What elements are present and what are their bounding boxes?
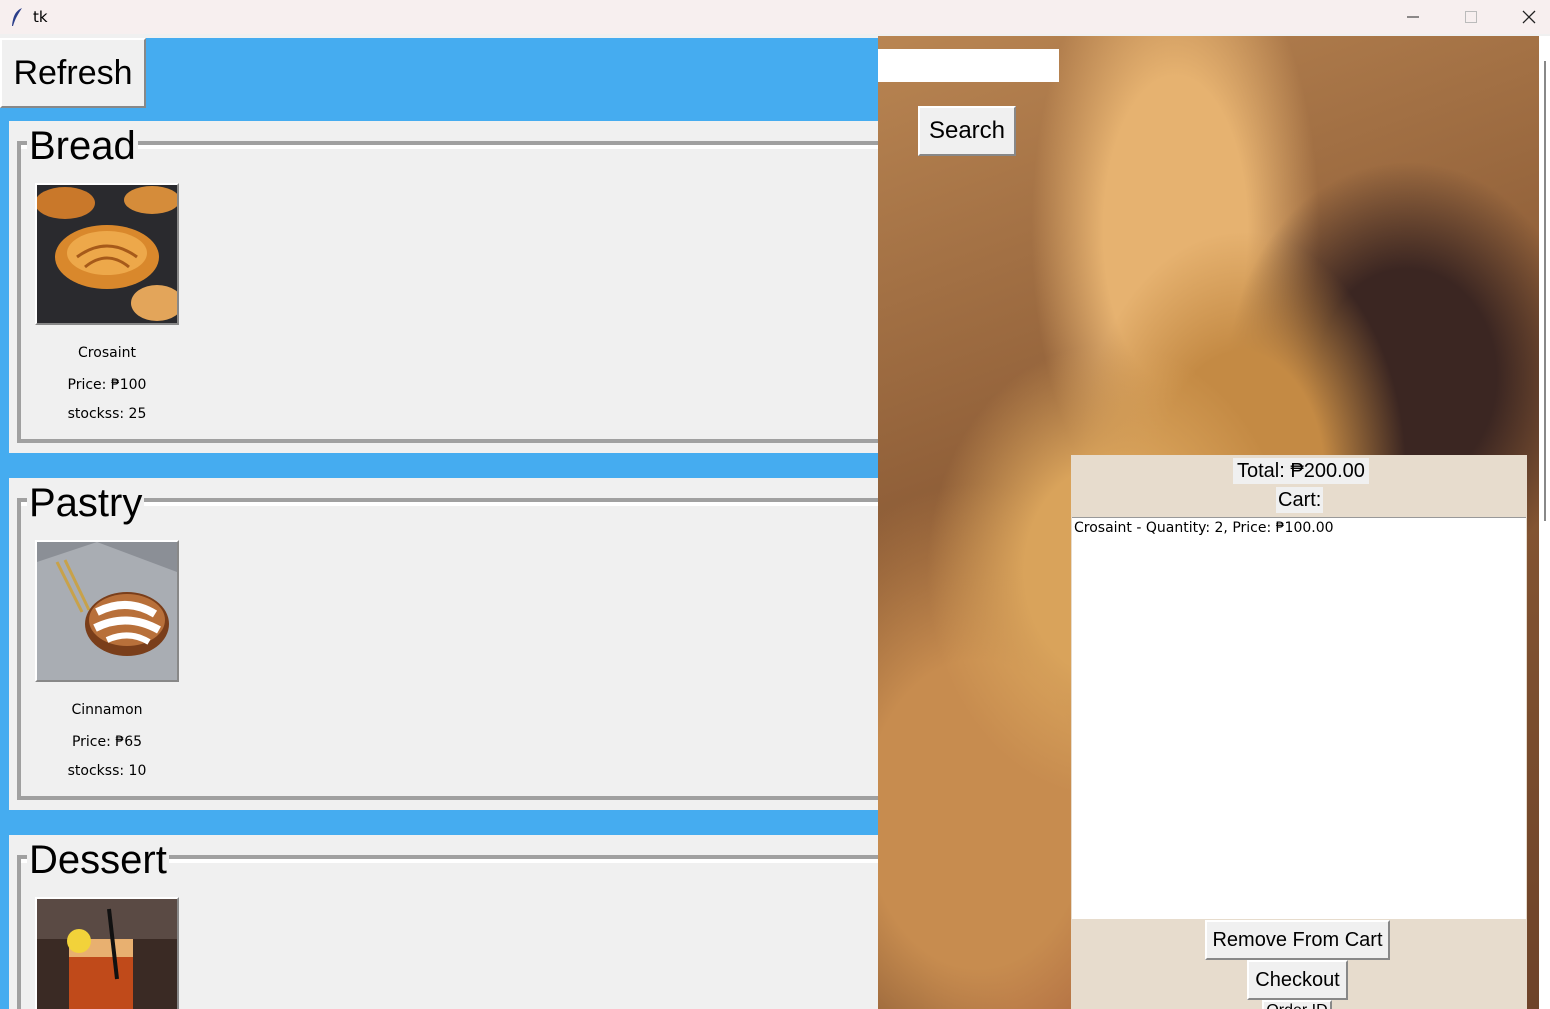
cart-label: Cart: bbox=[1276, 487, 1324, 513]
product-price: Price: ₱100 bbox=[67, 377, 147, 393]
close-icon bbox=[1522, 10, 1536, 24]
minimize-button[interactable] bbox=[1384, 0, 1442, 34]
maximize-button[interactable] bbox=[1442, 0, 1500, 34]
product-image-cinnamon[interactable] bbox=[35, 540, 179, 682]
cinnamon-roll-photo bbox=[37, 542, 177, 680]
iced-tea-photo bbox=[37, 899, 177, 1009]
remove-from-cart-button[interactable]: Remove From Cart bbox=[1205, 920, 1390, 960]
product-price: Price: ₱65 bbox=[71, 734, 143, 750]
product-stock: stockss: 25 bbox=[67, 406, 147, 422]
minimize-icon bbox=[1407, 16, 1419, 18]
cart-panel: Total: ₱200.00 Cart: Crosaint - Quantity… bbox=[1071, 455, 1527, 1009]
feather-icon bbox=[12, 8, 22, 26]
category-dessert: Dessert bbox=[9, 835, 878, 1009]
search-button[interactable]: Search bbox=[918, 106, 1016, 156]
product-image-croissant[interactable] bbox=[35, 183, 179, 325]
maximize-icon bbox=[1465, 11, 1477, 23]
product-pane[interactable]: Refresh Bread Crosaint Price: ₱100 stock… bbox=[0, 38, 878, 1009]
category-title: Pastry bbox=[27, 480, 145, 526]
product-name: Crosaint bbox=[78, 345, 136, 361]
category-title: Bread bbox=[27, 123, 138, 169]
order-id-button[interactable]: Order ID bbox=[1262, 1000, 1332, 1009]
product-image-dessert[interactable] bbox=[35, 897, 179, 1009]
window-title: tk bbox=[33, 8, 48, 26]
title-bar: tk bbox=[0, 0, 1550, 34]
category-pastry: Pastry Cinnamon Price: ₱65 stockss: 10 bbox=[9, 478, 878, 810]
close-button[interactable] bbox=[1500, 0, 1550, 34]
cart-list-item[interactable]: Crosaint - Quantity: 2, Price: ₱100.00 bbox=[1072, 518, 1526, 538]
refresh-button[interactable]: Refresh bbox=[0, 38, 146, 108]
cart-total: Total: ₱200.00 bbox=[1233, 458, 1369, 484]
scrollbar[interactable] bbox=[1539, 36, 1550, 1009]
category-title: Dessert bbox=[27, 837, 169, 883]
product-stock: stockss: 10 bbox=[67, 763, 147, 779]
cart-listbox[interactable]: Crosaint - Quantity: 2, Price: ₱100.00 bbox=[1072, 517, 1526, 919]
search-input[interactable] bbox=[878, 49, 1059, 82]
checkout-button[interactable]: Checkout bbox=[1247, 960, 1348, 1000]
product-name: Cinnamon bbox=[71, 702, 143, 718]
cart-pane: Search Total: ₱200.00 Cart: Crosaint - Q… bbox=[878, 36, 1539, 1009]
category-bread: Bread Crosaint Price: ₱100 stockss: 25 bbox=[9, 121, 878, 453]
scrollbar-thumb[interactable] bbox=[1544, 61, 1546, 521]
croissant-photo bbox=[37, 185, 177, 323]
